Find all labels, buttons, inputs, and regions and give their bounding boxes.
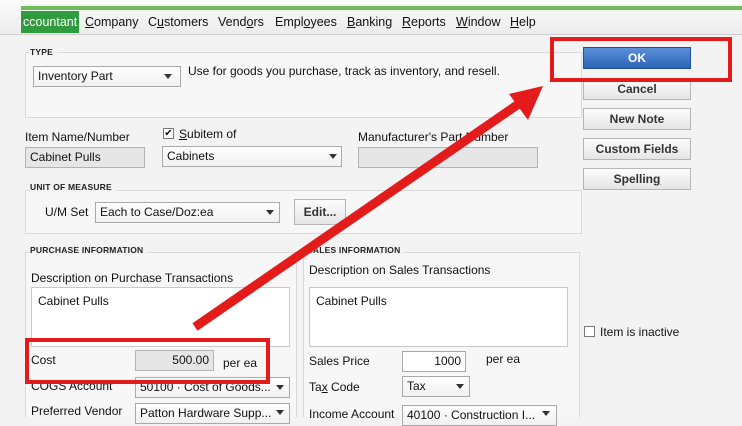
arrow-shaft: [192, 99, 523, 331]
annotation-arrow: [192, 86, 543, 331]
